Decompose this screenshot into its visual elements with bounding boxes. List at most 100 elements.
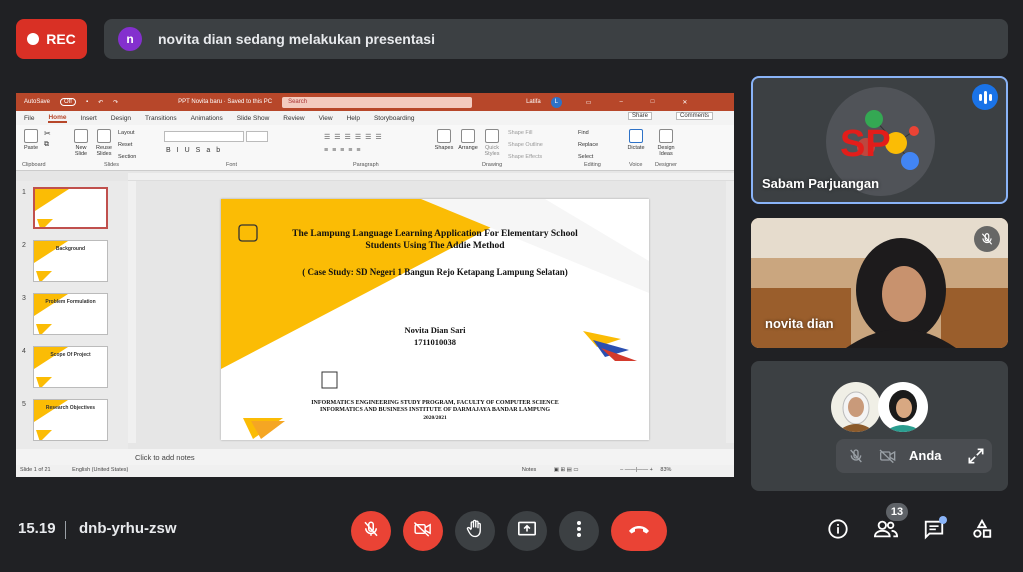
thumbnail-title: Research Objectives <box>45 405 96 411</box>
close-window-icon[interactable]: ✕ <box>682 99 687 106</box>
presentation-banner-text: novita dian sedang melakukan presentasi <box>158 31 435 47</box>
comments-button[interactable]: Comments <box>676 112 714 120</box>
reset-button[interactable]: Reset <box>118 142 132 148</box>
presenter-avatar: n <box>118 27 142 51</box>
participant-tile-sabam[interactable]: SP Sabam Parjuangan <box>751 76 1008 204</box>
shape-effects-button[interactable]: Shape Effects <box>508 154 542 160</box>
chat-unread-dot <box>939 516 947 524</box>
slide-author: Novita Dian Sari <box>404 325 466 335</box>
thumbnail-number: 1 <box>22 189 26 196</box>
leave-call-button[interactable] <box>611 511 667 551</box>
mic-toggle-button[interactable] <box>351 511 391 551</box>
language-status: English (United States) <box>72 467 129 473</box>
layout-button[interactable]: Layout <box>118 130 135 136</box>
shape-outline-button[interactable]: Shape Outline <box>508 142 543 148</box>
view-buttons[interactable]: ▣ ⊞ ▤ ▭ <box>554 467 579 473</box>
find-button[interactable]: Find <box>578 130 589 136</box>
ribbon-tab-transitions[interactable]: Transitions <box>145 115 177 122</box>
zoom-slider[interactable]: – ——|—— + <box>620 467 653 473</box>
save-icon[interactable]: ▪ <box>86 99 88 105</box>
slide-thumbnails: 1 2 Background 3 Problem Formulation 4 Scope O… <box>16 181 128 472</box>
arrange-button[interactable]: Arrange <box>457 129 479 151</box>
slide-subtitle: ( Case Study: SD Negeri 1 Bangun Rejo Ke… <box>302 267 568 277</box>
raise-hand-button[interactable] <box>455 511 495 551</box>
mic-off-icon <box>362 520 380 543</box>
share-button[interactable]: Share <box>628 112 653 120</box>
meeting-details-button[interactable] <box>824 517 852 545</box>
minimize-icon[interactable]: – <box>619 99 622 105</box>
quick-styles-button[interactable]: Quick Styles <box>481 129 503 157</box>
ribbon-tab-insert[interactable]: Insert <box>81 115 97 122</box>
slide-thumbnail[interactable]: Problem Formulation <box>33 293 108 335</box>
ribbon-display-icon[interactable]: ▭ <box>586 99 592 106</box>
present-icon <box>517 520 537 543</box>
meeting-time: 15.19 <box>18 520 56 537</box>
shapes-button[interactable]: Shapes <box>433 129 455 151</box>
ribbon-tab-storyboarding[interactable]: Storyboarding <box>374 115 414 122</box>
paragraph-buttons[interactable]: ☰☰☰☰☰☰ <box>324 133 386 141</box>
hang-up-icon <box>627 522 651 540</box>
self-tile[interactable]: Anda <box>751 361 1008 491</box>
raise-hand-icon <box>466 519 484 544</box>
ribbon: Paste ✂ ⧉ New Slide Reuse Slides Layout … <box>16 112 734 171</box>
font-format-buttons[interactable]: BIUSab <box>166 147 226 154</box>
participant-tile-novita[interactable]: novita dian <box>751 218 1008 348</box>
people-icon <box>873 519 899 544</box>
self-avatar-1 <box>831 382 881 432</box>
self-camera-off-icon[interactable] <box>878 448 898 469</box>
copy-icon[interactable]: ⧉ <box>44 141 49 149</box>
mic-off-icon <box>974 226 1000 252</box>
ribbon-tab-slide-show[interactable]: Slide Show <box>237 115 270 122</box>
shape-fill-button[interactable]: Shape Fill <box>508 130 532 136</box>
more-options-button[interactable] <box>559 511 599 551</box>
ribbon-tab-design[interactable]: Design <box>111 115 131 122</box>
self-mic-off-icon[interactable] <box>848 448 864 469</box>
paste-button[interactable]: Paste <box>20 129 42 151</box>
slide-thumbnail[interactable]: Background <box>33 240 108 282</box>
ribbon-tab-view[interactable]: View <box>319 115 333 122</box>
slide-year: 2020/2021 <box>423 415 447 421</box>
ribbon-tab-help[interactable]: Help <box>347 115 360 122</box>
undo-icon[interactable]: ↶ <box>98 99 103 106</box>
dictate-button[interactable]: Dictate <box>624 129 648 151</box>
font-size-select[interactable] <box>246 131 268 142</box>
current-slide[interactable]: The Lampung Language Learning Applicatio… <box>221 199 649 440</box>
section-button[interactable]: Section <box>118 154 136 160</box>
ribbon-tab-animations[interactable]: Animations <box>191 115 223 122</box>
ribbon-tab-review[interactable]: Review <box>283 115 304 122</box>
alignment-buttons[interactable]: ≡≡≡≡≡ <box>324 147 364 154</box>
activities-button[interactable] <box>968 517 996 545</box>
new-slide-button[interactable]: New Slide <box>70 129 92 157</box>
self-name: Anda <box>909 448 942 463</box>
vertical-scrollbar[interactable] <box>726 181 734 443</box>
slide-thumbnail[interactable]: Research Objectives <box>33 399 108 441</box>
ppt-search-box[interactable]: Search <box>282 96 473 108</box>
slide-student-id: 1711010038 <box>413 337 457 347</box>
notes-pane[interactable]: Click to add notes <box>16 449 734 465</box>
camera-toggle-button[interactable] <box>403 511 443 551</box>
slide-thumbnail[interactable]: Scope Of Project <box>33 346 108 388</box>
ribbon-tab-home[interactable]: Home <box>48 114 67 123</box>
autosave-toggle[interactable]: Off <box>60 98 76 106</box>
camera-off-icon <box>413 520 433 543</box>
slide-title-line1: The Lampung Language Learning Applicatio… <box>292 229 578 239</box>
ppt-user-avatar[interactable]: L <box>550 96 562 108</box>
people-button[interactable] <box>872 517 900 545</box>
ribbon-tab-file[interactable]: File <box>24 115 34 122</box>
maximize-icon[interactable]: □ <box>651 99 655 105</box>
slide-thumbnail[interactable] <box>33 187 108 229</box>
meeting-code: dnb-yrhu-zsw <box>79 520 177 537</box>
slide-info: Slide 1 of 21 <box>20 467 51 473</box>
divider <box>65 521 66 539</box>
notes-toggle[interactable]: Notes <box>522 467 536 473</box>
present-button[interactable] <box>507 511 547 551</box>
design-ideas-button[interactable]: Design Ideas <box>654 129 678 157</box>
cut-icon[interactable]: ✂ <box>44 129 51 138</box>
redo-icon[interactable]: ↷ <box>113 99 118 106</box>
reuse-slides-button[interactable]: Reuse Slides <box>93 129 115 157</box>
expand-icon[interactable] <box>966 446 986 471</box>
select-button[interactable]: Select <box>578 154 593 160</box>
group-slides: Slides <box>104 162 119 168</box>
font-name-select[interactable] <box>164 131 244 142</box>
replace-button[interactable]: Replace <box>578 142 598 148</box>
